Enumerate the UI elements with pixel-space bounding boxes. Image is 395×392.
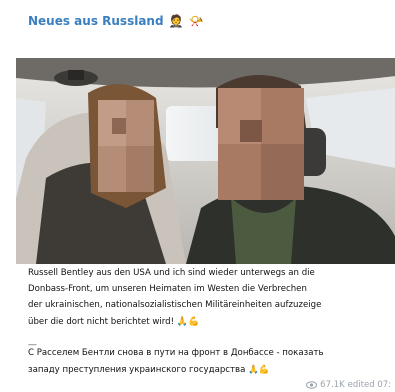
caption-german: Russell Bentley aus den USA und ich sind… bbox=[28, 265, 392, 330]
telegram-post: Neues aus Russland 🤵 📯 Russell Bentley a… bbox=[0, 0, 395, 392]
channel-name[interactable]: Neues aus Russland bbox=[28, 14, 164, 28]
caption-line: С Расселем Бентли снова в пути на фронт … bbox=[28, 348, 324, 358]
caption-line-text: западу преступления украинского государс… bbox=[28, 364, 246, 375]
post-meta: 67.1K edited 07: bbox=[306, 380, 391, 390]
channel-header[interactable]: Neues aus Russland 🤵 📯 bbox=[28, 12, 203, 30]
pray-muscle-emoji-icon: 🙏💪 bbox=[176, 316, 200, 327]
caption-line: Russell Bentley aus den USA und ich sind… bbox=[28, 268, 315, 278]
pray-muscle-emoji-icon: 🙏💪 bbox=[248, 364, 270, 375]
eye-icon bbox=[306, 381, 318, 389]
edited-time: edited 07: bbox=[347, 380, 391, 390]
view-count: 67.1K bbox=[320, 380, 345, 390]
caption-line-text: über die dort nicht berichtet wird! bbox=[28, 316, 175, 327]
caption-line: der ukrainischen, nationalsozialistische… bbox=[28, 300, 322, 311]
caption-russian: С Расселем Бентли снова в пути на фронт … bbox=[28, 345, 392, 378]
selfie-photo-icon bbox=[16, 58, 395, 264]
post-photo[interactable] bbox=[16, 58, 395, 264]
horn-emoji-icon: 📯 bbox=[188, 14, 204, 28]
figure-emoji-icon: 🤵 bbox=[168, 14, 184, 28]
caption-line: Donbass-Front, um unseren Heimaten im We… bbox=[28, 284, 307, 295]
caption-line: über die dort nicht berichtet wird! 🙏💪 bbox=[28, 314, 392, 330]
caption-line: западу преступления украинского государс… bbox=[28, 362, 392, 379]
